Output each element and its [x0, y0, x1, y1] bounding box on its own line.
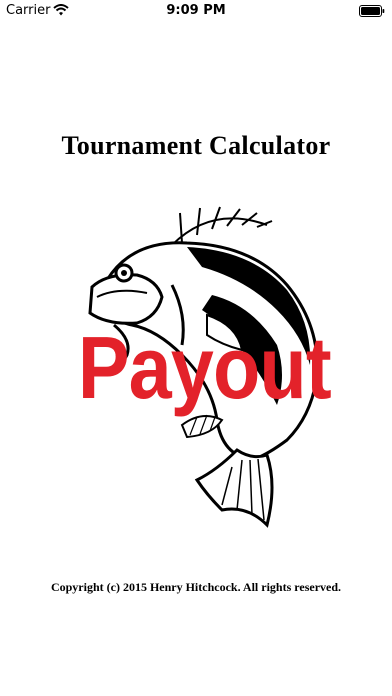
app-title: Tournament Calculator	[61, 131, 331, 160]
clock: 9:09 PM	[166, 3, 226, 18]
copyright-notice: Copyright (c) 2015 Henry Hitchcock. All …	[50, 580, 342, 594]
battery-icon	[359, 5, 385, 21]
logo-wordmark: Payout	[77, 318, 332, 417]
status-bar: Carrier 9:09 PM	[0, 0, 392, 22]
